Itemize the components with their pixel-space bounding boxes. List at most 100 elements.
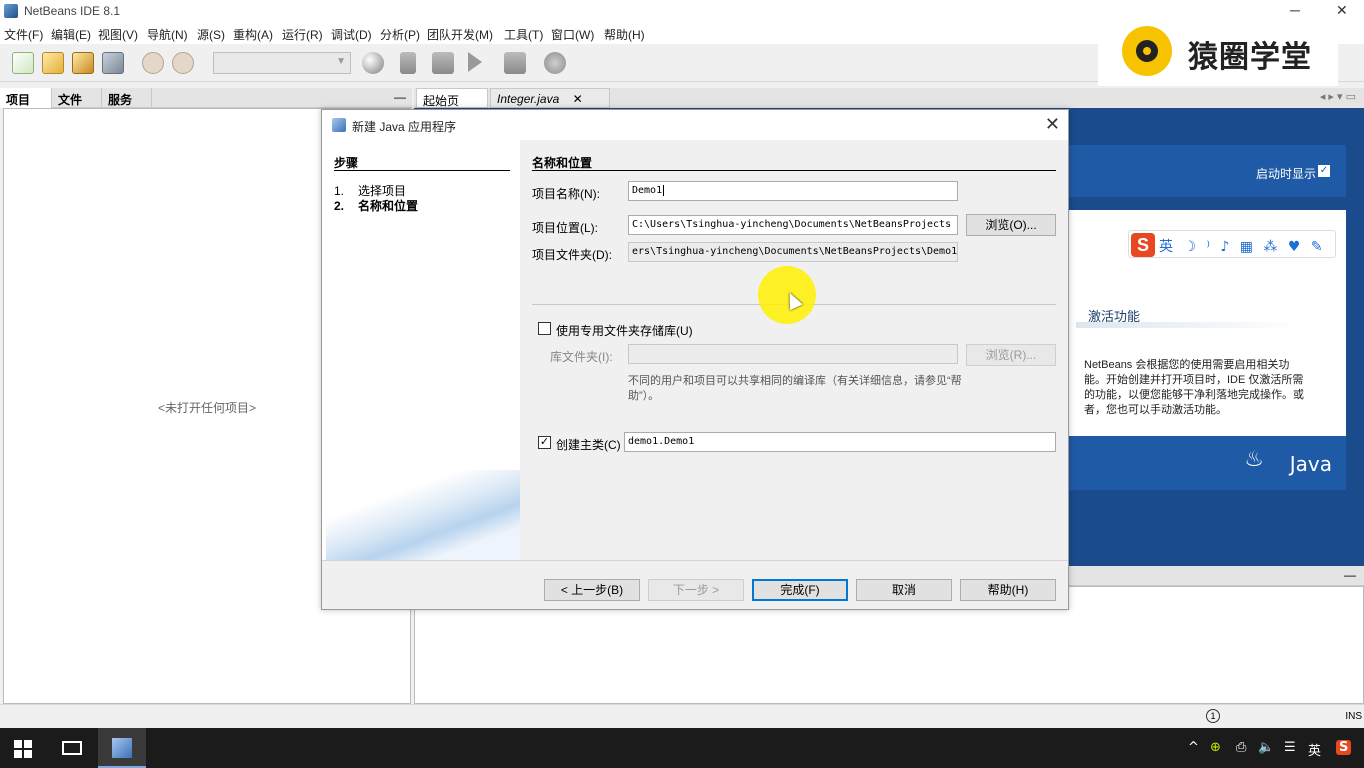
project-location-label: 项目位置(L): xyxy=(532,221,599,235)
volume-icon[interactable]: 🔈 xyxy=(1258,740,1274,755)
wizard-decoration xyxy=(326,470,520,560)
steps-divider xyxy=(334,170,510,171)
debug-icon[interactable] xyxy=(504,52,526,74)
library-folder-label: 库文件夹(I): xyxy=(550,350,613,364)
run-icon[interactable] xyxy=(468,52,482,72)
dialog-close-icon[interactable]: ✕ xyxy=(1045,114,1060,135)
ime-tool-icons[interactable]: 英 ☽ ⁾ ♪ ▦ ⁂ ♥ ✎ xyxy=(1159,236,1326,256)
tray-app-icon[interactable]: ⊕ xyxy=(1210,740,1221,755)
menu-tools[interactable]: 工具(T) xyxy=(504,26,543,43)
menu-profile[interactable]: 分析(P) xyxy=(380,26,420,43)
configuration-combo[interactable]: ▼ xyxy=(213,52,351,74)
new-file-icon[interactable] xyxy=(12,52,34,74)
tab-integer-java[interactable]: Integer.java ✕ xyxy=(490,88,610,108)
sogou-tray-icon[interactable]: S xyxy=(1336,740,1352,755)
project-folder-input[interactable]: ers\Tsinghua-yincheng\Documents\NetBeans… xyxy=(628,242,958,262)
task-view-icon[interactable] xyxy=(62,741,82,755)
menu-view[interactable]: 视图(V) xyxy=(98,26,138,43)
left-panel-tabs: 项目 ✕ 文件 服务 — xyxy=(0,88,412,122)
new-project-icon[interactable] xyxy=(42,52,64,74)
project-location-input[interactable]: C:\Users\Tsinghua-yincheng\Documents\Net… xyxy=(628,215,958,235)
windows-start-icon[interactable] xyxy=(14,740,32,758)
profile-icon[interactable] xyxy=(544,52,566,74)
ime-toolbar[interactable]: S 英 ☽ ⁾ ♪ ▦ ⁂ ♥ ✎ xyxy=(1128,230,1336,258)
action-center-icon[interactable]: ☰ xyxy=(1284,740,1296,755)
activate-features-description: NetBeans 会根据您的使用需要启用相关功能。开始创建并打开项目时，IDE … xyxy=(1084,359,1304,416)
taskbar-netbeans[interactable] xyxy=(98,728,146,768)
editor-tabs: 起始页 ✕ Integer.java ✕ ◂ ▸ ▾ ▭ xyxy=(414,88,1364,123)
notification-icon[interactable]: 1 xyxy=(1206,709,1220,723)
dialog-button-bar: < 上一步(B) 下一步 > 完成(F) 取消 帮助(H) xyxy=(322,560,1068,609)
step-name-location: 2. 名称和位置 xyxy=(334,197,418,214)
open-project-icon[interactable] xyxy=(72,52,94,74)
window-title: NetBeans IDE 8.1 xyxy=(24,4,121,18)
java-cup-icon: ♨ xyxy=(1244,446,1264,471)
tab-files[interactable]: 文件 xyxy=(52,88,102,108)
minimize-panel-button[interactable]: — xyxy=(394,90,406,104)
chevron-down-icon: ▼ xyxy=(336,56,346,67)
section-title: 名称和位置 xyxy=(532,156,593,170)
use-library-label: 使用专用文件夹存储库(U) xyxy=(556,324,693,338)
tab-integer-java-label: Integer.java xyxy=(497,92,560,106)
redo-icon[interactable] xyxy=(172,52,194,74)
clean-build-icon[interactable] xyxy=(432,52,454,74)
project-name-value: Demo1 xyxy=(632,185,663,196)
help-button[interactable]: 帮助(H) xyxy=(960,579,1056,601)
project-name-label: 项目名称(N): xyxy=(532,187,600,201)
tab-files-label: 文件 xyxy=(58,93,83,107)
menu-source[interactable]: 源(S) xyxy=(197,26,225,43)
create-main-class-checkbox[interactable]: ✓ xyxy=(538,436,551,449)
status-bar: 1 INS xyxy=(0,704,1364,728)
menu-window[interactable]: 窗口(W) xyxy=(551,26,594,43)
menu-help[interactable]: 帮助(H) xyxy=(604,26,645,43)
network-icon[interactable]: ⎙ xyxy=(1236,740,1246,755)
logo-badge-icon xyxy=(1122,26,1172,76)
sogou-logo-icon: S xyxy=(1131,233,1155,257)
build-hammer-icon[interactable] xyxy=(400,52,416,74)
use-library-checkbox[interactable] xyxy=(538,322,551,335)
steps-title: 步骤 xyxy=(334,156,359,170)
menu-debug[interactable]: 调试(D) xyxy=(331,26,372,43)
main-class-input[interactable]: demo1.Demo1 xyxy=(624,432,1056,452)
show-on-startup-checkbox[interactable]: ✓ xyxy=(1318,165,1330,177)
tab-start-page[interactable]: 起始页 ✕ xyxy=(416,88,488,123)
menu-navigate[interactable]: 导航(N) xyxy=(147,26,188,43)
menu-edit[interactable]: 编辑(E) xyxy=(51,26,91,43)
back-button[interactable]: < 上一步(B) xyxy=(544,579,640,601)
browse-library-button[interactable]: 浏览(R)... xyxy=(966,344,1056,366)
tab-navigation[interactable]: ◂ ▸ ▾ ▭ xyxy=(1320,90,1356,103)
library-folder-input[interactable] xyxy=(628,344,958,364)
menu-file[interactable]: 文件(F) xyxy=(4,26,43,43)
undo-icon[interactable] xyxy=(142,52,164,74)
tab-start-page-label: 起始页 xyxy=(423,94,460,108)
menu-run[interactable]: 运行(R) xyxy=(282,26,323,43)
tray-expand-icon[interactable]: ^ xyxy=(1188,740,1199,755)
globe-icon[interactable] xyxy=(362,52,384,74)
input-language-icon[interactable]: 英 xyxy=(1308,740,1321,759)
show-on-startup-label: 启动时显示 xyxy=(1255,167,1316,181)
watermark-brand: 猿圈学堂 xyxy=(1188,40,1312,75)
next-button[interactable]: 下一步 > xyxy=(648,579,744,601)
section-divider xyxy=(532,170,1056,171)
tab-close-icon[interactable]: ✕ xyxy=(573,92,583,106)
step-label: 选择项目 xyxy=(358,184,407,198)
cancel-button[interactable]: 取消 xyxy=(856,579,952,601)
finish-button[interactable]: 完成(F) xyxy=(752,579,848,601)
tab-projects[interactable]: 项目 ✕ xyxy=(0,88,52,122)
menu-refactor[interactable]: 重构(A) xyxy=(233,26,273,43)
dialog-title: 新建 Java 应用程序 xyxy=(352,120,457,134)
step-number: 2. xyxy=(334,199,345,213)
start-page-footer: ♨ Java xyxy=(1068,436,1346,490)
browse-location-button[interactable]: 浏览(O)... xyxy=(966,214,1056,236)
menu-team[interactable]: 团队开发(M) xyxy=(427,26,493,43)
minimize-output-button[interactable]: — xyxy=(1344,568,1356,582)
dialog-title-bar: 新建 Java 应用程序 ✕ xyxy=(322,110,1068,140)
netbeans-cube-icon xyxy=(112,738,132,758)
windows-taskbar: ^ ⊕ ⎙ 🔈 ☰ 英 S xyxy=(0,728,1364,768)
project-name-input[interactable]: Demo1 xyxy=(628,181,958,201)
tab-services[interactable]: 服务 xyxy=(102,88,152,108)
tab-services-label: 服务 xyxy=(108,93,133,107)
watermark-logo: 猿圈学堂 xyxy=(1098,14,1338,86)
project-folder-label: 项目文件夹(D): xyxy=(532,248,612,262)
save-all-icon[interactable] xyxy=(102,52,124,74)
